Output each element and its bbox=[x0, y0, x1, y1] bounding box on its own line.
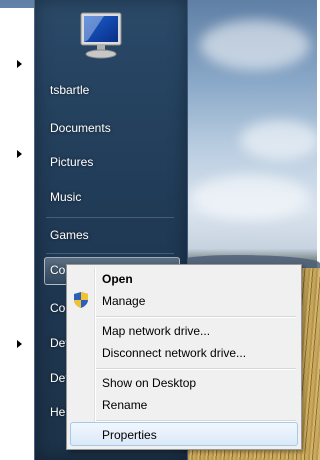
start-item-pictures[interactable]: Pictures bbox=[50, 155, 93, 169]
start-item-documents[interactable]: Documents bbox=[50, 121, 111, 135]
submenu-arrow-icon[interactable] bbox=[17, 340, 22, 348]
context-menu-separator bbox=[96, 420, 296, 422]
start-item-control-panel[interactable]: Co bbox=[50, 301, 65, 315]
wallpaper-cloud bbox=[200, 20, 310, 70]
submenu-arrow-icon[interactable] bbox=[17, 150, 22, 158]
wallpaper-cloud bbox=[190, 175, 310, 220]
context-menu: Open Manage Map network drive... Disconn… bbox=[66, 264, 302, 450]
submenu-arrow-icon[interactable] bbox=[17, 60, 22, 68]
start-item-games[interactable]: Games bbox=[50, 228, 89, 242]
context-menu-separator bbox=[96, 368, 296, 370]
context-item-properties[interactable]: Properties bbox=[102, 428, 157, 442]
start-menu-programs-pane bbox=[0, 8, 35, 460]
start-item-user[interactable]: tsbartle bbox=[50, 83, 89, 97]
wallpaper-cloud bbox=[240, 120, 320, 160]
start-menu-separator bbox=[46, 217, 174, 218]
context-item-map-network-drive[interactable]: Map network drive... bbox=[102, 324, 210, 338]
context-item-disconnect-network-drive[interactable]: Disconnect network drive... bbox=[102, 346, 246, 360]
start-item-music[interactable]: Music bbox=[50, 190, 81, 204]
start-item-computer[interactable]: Co bbox=[50, 263, 65, 277]
context-item-show-on-desktop[interactable]: Show on Desktop bbox=[102, 376, 196, 390]
computer-monitor-icon bbox=[80, 12, 122, 59]
context-item-manage[interactable]: Manage bbox=[102, 294, 145, 308]
context-menu-gutter bbox=[94, 267, 96, 445]
start-menu-separator bbox=[46, 253, 174, 254]
context-item-rename[interactable]: Rename bbox=[102, 398, 147, 412]
uac-shield-icon bbox=[74, 292, 88, 308]
context-menu-separator bbox=[96, 316, 296, 318]
context-item-open[interactable]: Open bbox=[102, 272, 133, 286]
